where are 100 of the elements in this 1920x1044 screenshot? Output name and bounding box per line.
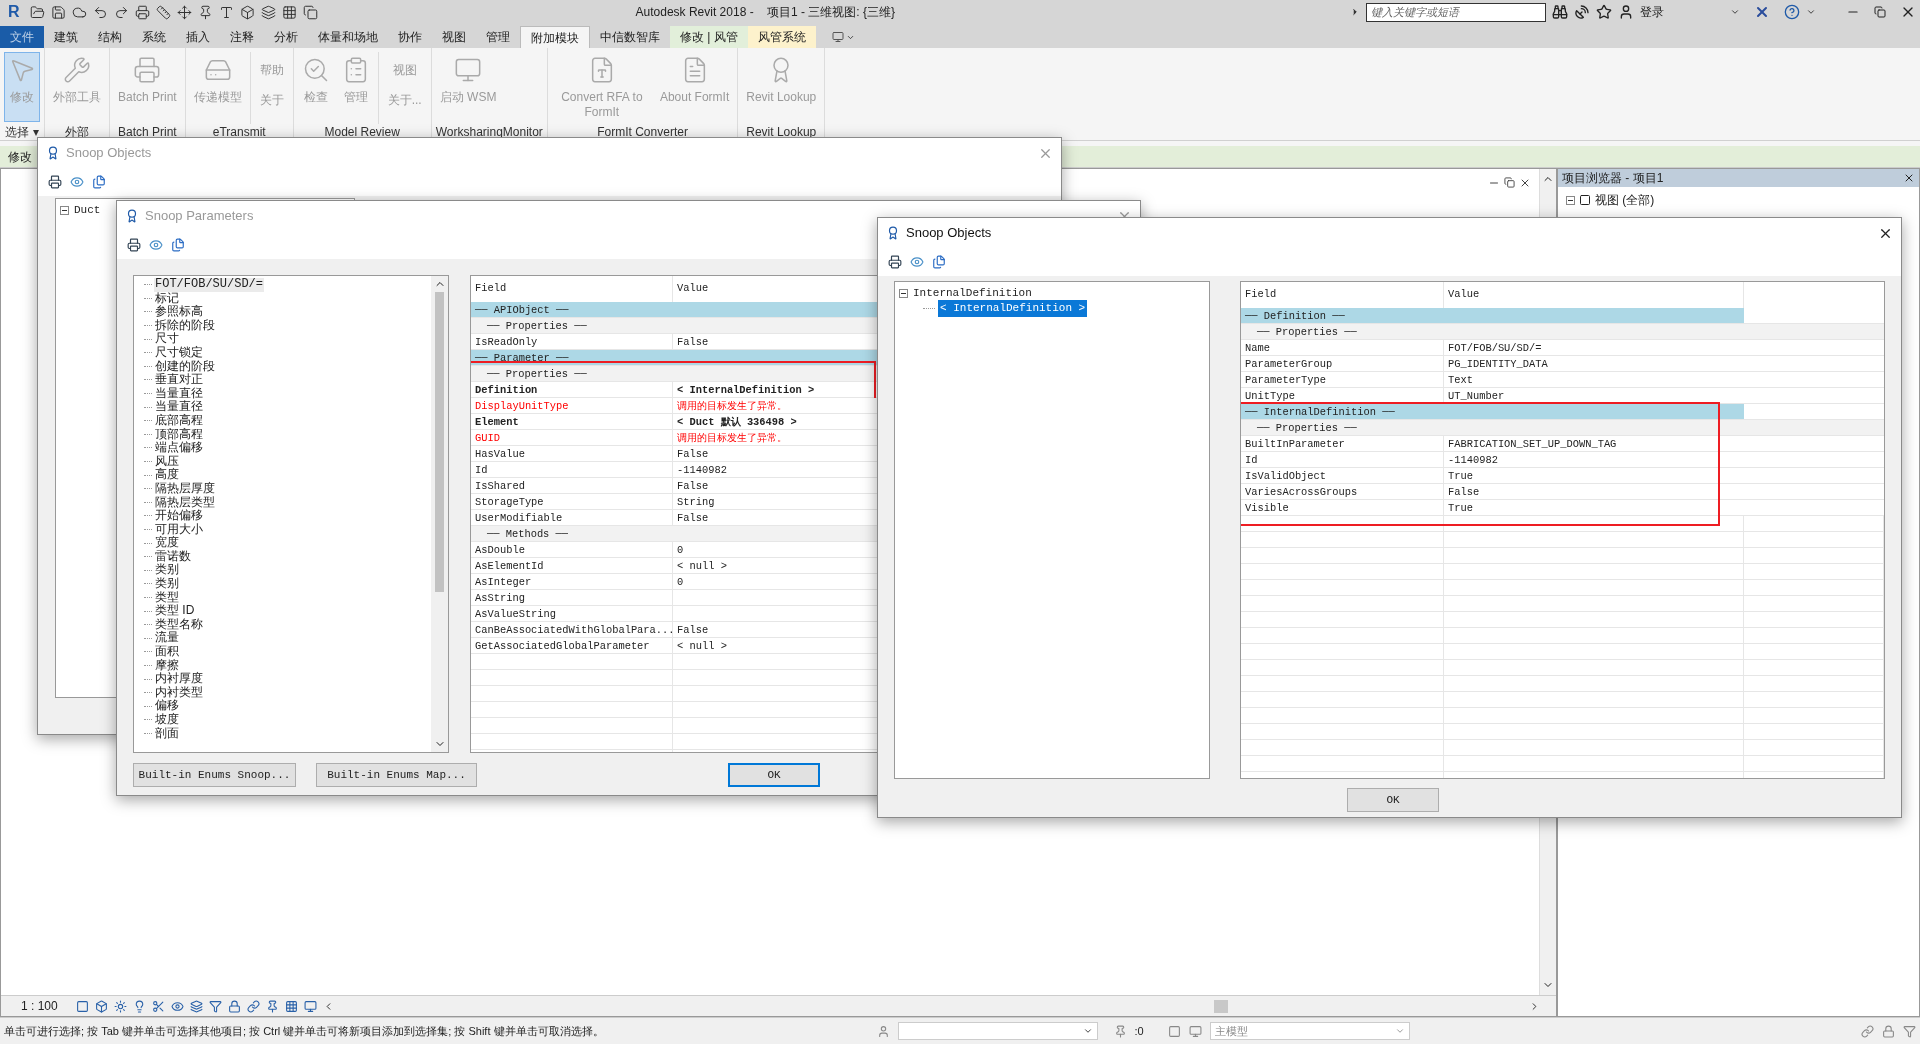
list-item[interactable]: 类别 <box>154 563 180 578</box>
eye-icon[interactable] <box>170 999 184 1013</box>
cube-icon[interactable] <box>239 4 255 20</box>
list-item[interactable]: 内衬厚度 <box>154 672 204 686</box>
user-icon[interactable] <box>1618 4 1634 20</box>
ribbon-tab[interactable]: 修改 | 风管 <box>670 26 748 48</box>
tree-item[interactable]: < InternalDefinition > <box>938 300 1088 317</box>
eye-icon[interactable] <box>910 255 924 269</box>
list-item[interactable]: 拆除的阶段 <box>154 318 216 333</box>
restore-icon[interactable] <box>1874 6 1886 18</box>
list-item[interactable]: 创建的阶段 <box>154 359 216 374</box>
list-item[interactable]: 隔热层厚度 <box>154 481 216 496</box>
list-item[interactable]: 当量直径 <box>154 400 204 414</box>
list-item[interactable]: 摩擦 <box>154 658 180 673</box>
print-icon[interactable] <box>888 255 902 269</box>
caret-icon[interactable] <box>1730 7 1740 17</box>
workset-icon[interactable] <box>876 1024 890 1038</box>
list-item[interactable]: 剖面 <box>154 726 180 741</box>
list-item[interactable]: 类型名称 <box>154 617 204 632</box>
cloud-icon[interactable] <box>71 4 87 20</box>
list-item[interactable]: 偏移 <box>154 699 180 713</box>
list-item[interactable]: 风压 <box>154 454 180 469</box>
list-item[interactable]: 面积 <box>154 645 180 659</box>
list-item[interactable]: 参照标高 <box>154 305 204 319</box>
dialog-button[interactable]: OK <box>728 763 820 787</box>
pin-icon[interactable] <box>265 999 279 1013</box>
model-dropdown[interactable]: 主模型 <box>1209 1022 1410 1040</box>
design-option-icon[interactable] <box>1188 1024 1202 1038</box>
list-item[interactable]: 顶部高程 <box>154 427 204 442</box>
tree-item[interactable]: 视图 (全部) <box>1595 191 1655 209</box>
layers-icon[interactable] <box>189 999 203 1013</box>
column-header[interactable]: Value <box>677 281 709 297</box>
ribbon-tab[interactable]: 中信数智库 <box>590 26 670 48</box>
list-item[interactable]: 内衬类型 <box>154 685 204 700</box>
ribbon-tab[interactable]: 分析 <box>264 26 308 48</box>
windows-icon[interactable] <box>302 4 318 20</box>
list-item[interactable]: 隔热层类型 <box>154 495 216 510</box>
collapse-icon[interactable] <box>1566 195 1575 205</box>
list-item[interactable]: 类型 ID <box>154 604 196 618</box>
tree-item[interactable]: InternalDefinition <box>911 285 1034 302</box>
copy-icon[interactable] <box>92 175 106 189</box>
list-item[interactable]: 尺寸 <box>154 332 180 346</box>
sheet-icon[interactable] <box>75 999 89 1013</box>
eye-icon[interactable] <box>70 175 84 189</box>
collapse-icon[interactable] <box>899 289 908 298</box>
link-icon[interactable] <box>1861 1024 1874 1038</box>
restore-icon[interactable] <box>1504 177 1515 188</box>
redo-icon[interactable] <box>113 4 129 20</box>
copy-icon[interactable] <box>932 255 946 269</box>
column-header[interactable]: Field <box>475 281 507 297</box>
text-icon[interactable] <box>218 4 234 20</box>
filter-icon[interactable] <box>1903 1024 1916 1038</box>
list-item[interactable]: 雷诺数 <box>154 549 192 564</box>
sign-in-link[interactable]: 登录 <box>1640 3 1664 21</box>
list-item[interactable]: 当量直径 <box>154 386 204 401</box>
pin-icon[interactable] <box>1113 1024 1127 1038</box>
open-icon[interactable] <box>29 4 45 20</box>
sun-icon[interactable] <box>113 999 127 1013</box>
list-item[interactable]: 坡度 <box>154 713 180 727</box>
list-item[interactable]: 可用大小 <box>154 522 204 537</box>
ribbon-tab[interactable]: 体量和场地 <box>308 26 388 48</box>
print-icon[interactable] <box>127 238 141 252</box>
scroll-thumb[interactable] <box>1214 999 1229 1013</box>
list-item[interactable]: 垂直对正 <box>154 373 204 387</box>
list-item[interactable]: 类型 <box>154 590 180 605</box>
list-item[interactable]: 端点偏移 <box>154 441 204 455</box>
list-item[interactable]: 尺寸锁定 <box>154 345 204 360</box>
copy-icon[interactable] <box>171 238 185 252</box>
star-icon[interactable] <box>1596 4 1612 20</box>
scroll-thumb[interactable] <box>435 292 444 592</box>
help-icon[interactable] <box>1784 4 1800 20</box>
column-header[interactable]: Value <box>1448 287 1480 303</box>
print-icon[interactable] <box>134 4 150 20</box>
link-icon[interactable] <box>246 999 260 1013</box>
ribbon-tab[interactable]: 附加模块 <box>520 26 590 48</box>
expand-icon[interactable] <box>1350 7 1360 17</box>
ribbon-tab[interactable]: 管理 <box>476 26 520 48</box>
collapse-icon[interactable] <box>60 206 69 215</box>
print-icon[interactable] <box>48 175 62 189</box>
undo-icon[interactable] <box>92 4 108 20</box>
lock-icon[interactable] <box>1882 1024 1895 1038</box>
app-logo[interactable]: R <box>4 4 24 20</box>
ribbon-tab[interactable]: 建筑 <box>44 26 88 48</box>
panel-icon[interactable] <box>831 31 844 43</box>
ribbon-tab[interactable]: 视图 <box>432 26 476 48</box>
list-item[interactable]: 流量 <box>154 631 180 646</box>
list-item[interactable]: 开始偏移 <box>154 509 204 523</box>
satellite-icon[interactable] <box>1574 4 1590 20</box>
lock-icon[interactable] <box>227 999 241 1013</box>
ribbon-tab[interactable]: 插入 <box>176 26 220 48</box>
search-field[interactable]: 键入关键字或短语 <box>1366 2 1546 22</box>
ribbon-tab[interactable]: 注释 <box>220 26 264 48</box>
scissors-icon[interactable] <box>151 999 165 1013</box>
ribbon-tab[interactable]: 文件 <box>0 26 44 48</box>
tree-item[interactable]: Duct <box>72 202 103 219</box>
ribbon-tab[interactable]: 协作 <box>388 26 432 48</box>
dialog-button[interactable]: Built-in Enums Snoop... <box>133 763 296 787</box>
ribbon-tab[interactable]: 风管系统 <box>747 26 816 48</box>
ribbon-tab[interactable]: 结构 <box>88 26 132 48</box>
cross-icon[interactable] <box>1754 4 1770 20</box>
